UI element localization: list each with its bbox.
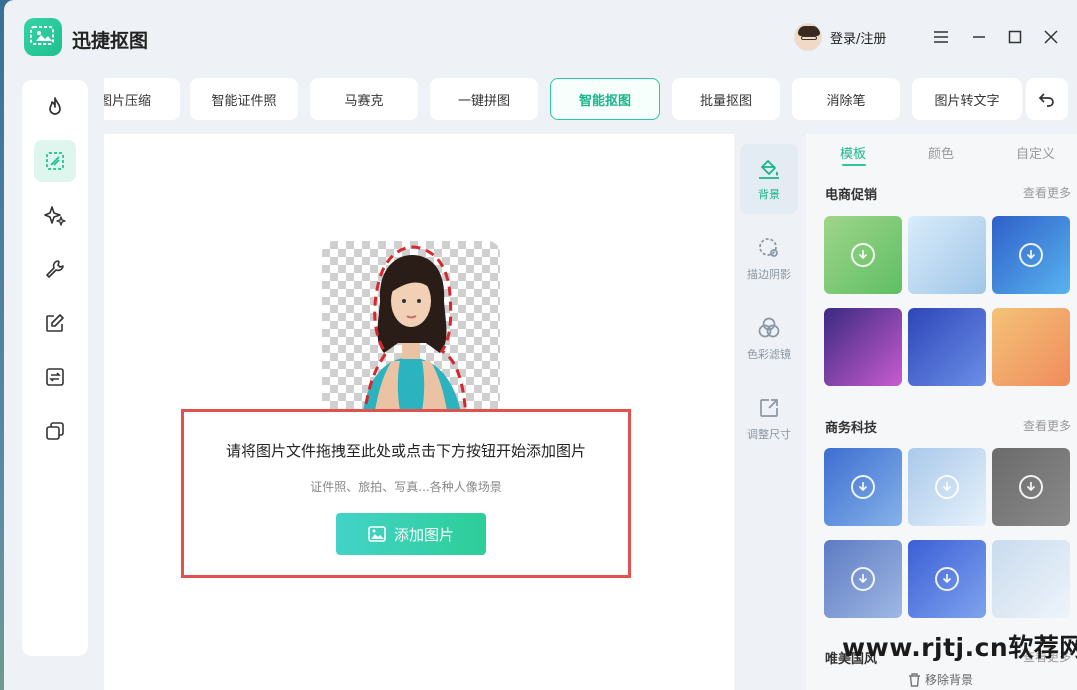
download-icon: [851, 475, 875, 499]
panel-tab-bar: 模板 颜色 自定义: [806, 134, 1077, 168]
close-icon[interactable]: [1040, 26, 1062, 48]
undo-icon: [1038, 93, 1054, 107]
wrench-icon: [46, 260, 64, 278]
rail-item-tools[interactable]: [34, 248, 76, 290]
sparkle-icon: [44, 206, 66, 226]
site-watermark: www.rjtj.cn软荐网: [842, 633, 1077, 662]
edit-icon: [46, 314, 64, 332]
fire-icon: [49, 97, 61, 115]
see-more-ecommerce[interactable]: 查看更多: [1023, 184, 1071, 201]
background-template-panel: 模板 颜色 自定义 电商促销 查看更多 商务科技 查看更多 唯美国风 查看更多 …: [806, 134, 1077, 690]
template-thumbnail[interactable]: [824, 308, 902, 386]
section-title-business: 商务科技: [825, 421, 878, 436]
download-icon: [1019, 243, 1043, 267]
sample-cutout-image: [322, 241, 500, 419]
tab-custom[interactable]: 自定义: [1016, 143, 1055, 162]
maximize-icon[interactable]: [1004, 26, 1026, 48]
tab-batch-cutout[interactable]: 批量抠图: [672, 78, 780, 120]
template-thumbnail[interactable]: [908, 308, 986, 386]
see-more-business[interactable]: 查看更多: [1023, 417, 1071, 434]
remove-background-button[interactable]: 移除背景: [908, 671, 973, 688]
app-logo: [24, 18, 62, 56]
avatar[interactable]: [794, 23, 822, 51]
convert-icon: [46, 368, 64, 386]
template-thumbnail[interactable]: [824, 540, 902, 618]
tab-smart-cutout[interactable]: 智能抠图: [550, 78, 660, 120]
download-icon: [851, 567, 875, 591]
template-thumbnail[interactable]: [992, 216, 1070, 294]
drop-zone-subtitle: 证件照、旅拍、写真...各种人像场景: [310, 480, 502, 494]
tab-image-compress[interactable]: 图片压缩: [104, 78, 180, 120]
drop-zone-highlight[interactable]: 请将图片文件拖拽至此处或点击下方按钮开始添加图片 证件照、旅拍、写真...各种人…: [181, 409, 631, 578]
rail-item-convert[interactable]: [34, 356, 76, 398]
menu-icon[interactable]: [930, 26, 952, 48]
app-logo-icon: [30, 26, 54, 45]
user-login[interactable]: 登录/注册: [794, 22, 886, 52]
active-tab-indicator: [842, 164, 866, 166]
tab-mosaic[interactable]: 马赛克: [310, 78, 418, 120]
tool-column: 背景 描边阴影 色彩滤镜 调整尺寸: [734, 134, 804, 690]
tab-template[interactable]: 模板: [840, 143, 866, 162]
resize-icon: [760, 399, 778, 417]
minimize-icon[interactable]: [968, 26, 990, 48]
tool-resize[interactable]: 调整尺寸: [740, 384, 798, 454]
undo-button[interactable]: [1026, 78, 1068, 120]
rail-item-edit[interactable]: [34, 302, 76, 344]
title-bar: 迅捷抠图 登录/注册: [4, 0, 1077, 74]
image-icon: [368, 526, 386, 542]
template-thumbnail[interactable]: [908, 216, 986, 294]
tab-color[interactable]: 颜色: [928, 143, 954, 162]
download-icon: [935, 475, 959, 499]
template-thumbnail[interactable]: [908, 540, 986, 618]
tab-eraser[interactable]: 消除笔: [792, 78, 900, 120]
rail-item-ai[interactable]: [34, 194, 76, 236]
paint-bucket-icon: [759, 160, 779, 179]
tool-background[interactable]: 背景: [740, 144, 798, 214]
sample-portrait-illustration: [362, 245, 468, 419]
feature-tab-bar: 图片压缩 智能证件照 马赛克 一键拼图 智能抠图 批量抠图 消除笔 图片转文字: [104, 78, 1034, 122]
tab-image-to-text[interactable]: 图片转文字: [912, 78, 1022, 120]
cutout-canvas[interactable]: 请将图片文件拖拽至此处或点击下方按钮开始添加图片 证件照、旅拍、写真...各种人…: [104, 134, 734, 690]
tool-stroke-shadow[interactable]: 描边阴影: [740, 224, 798, 294]
template-thumbnail[interactable]: [908, 448, 986, 526]
rail-item-cutout[interactable]: [34, 140, 76, 182]
template-thumbnail[interactable]: [824, 216, 902, 294]
rail-item-hot[interactable]: [34, 86, 76, 128]
template-thumbnail[interactable]: [824, 448, 902, 526]
section-title-ecommerce: 电商促销: [825, 188, 878, 203]
template-thumbnail[interactable]: [992, 308, 1070, 386]
stroke-shadow-icon: [759, 238, 778, 257]
color-filter-icon: [758, 317, 780, 338]
template-thumbnail[interactable]: [992, 540, 1070, 618]
download-icon: [1019, 475, 1043, 499]
trash-icon: [909, 672, 920, 687]
cutout-icon: [46, 152, 64, 170]
add-image-label: 添加图片: [393, 525, 454, 544]
tab-collage[interactable]: 一键拼图: [430, 78, 538, 120]
drop-zone-title: 请将图片文件拖拽至此处或点击下方按钮开始添加图片: [225, 442, 586, 460]
add-image-button[interactable]: 添加图片: [336, 513, 486, 555]
rail-item-layers[interactable]: [34, 410, 76, 452]
app-window: 迅捷抠图 登录/注册 图片压缩 智能证件照 马赛克 一键拼图 智能抠图 批量抠图…: [4, 0, 1077, 690]
tab-id-photo[interactable]: 智能证件照: [190, 78, 298, 120]
template-thumbnail[interactable]: [992, 448, 1070, 526]
login-link[interactable]: 登录/注册: [830, 28, 886, 47]
download-icon: [935, 567, 959, 591]
layers-icon: [46, 422, 64, 440]
tool-color-filter[interactable]: 色彩滤镜: [740, 304, 798, 374]
left-rail: [22, 80, 88, 656]
app-title: 迅捷抠图: [72, 30, 149, 52]
download-icon: [851, 243, 875, 267]
